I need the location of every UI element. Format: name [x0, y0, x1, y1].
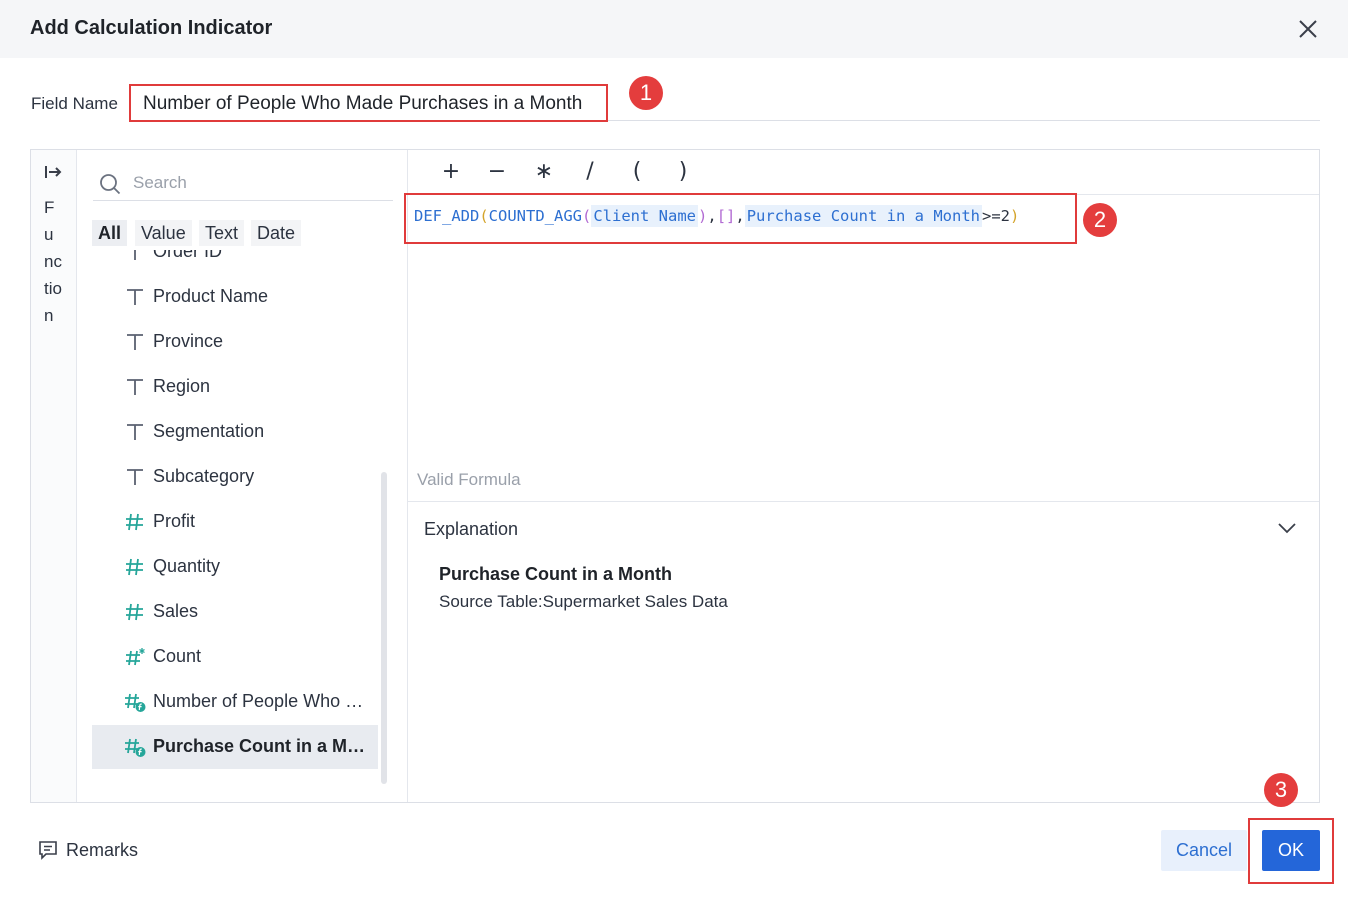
field-name-value: Number of People Who Made Purchases in a…: [143, 93, 583, 114]
annotation-badge-3: 3: [1264, 773, 1298, 807]
search-underline: [93, 200, 393, 201]
calculated-number-field-icon: [125, 693, 146, 712]
field-item-purchase-count[interactable]: Purchase Count in a Month: [92, 725, 378, 769]
function-label-part: tio: [44, 279, 62, 298]
dialog-header: Add Calculation Indicator: [0, 0, 1348, 58]
operator-minus-button[interactable]: −: [484, 159, 510, 185]
filter-tab-date[interactable]: Date: [251, 220, 302, 246]
formula-text: DEF_ADD(COUNTD_AGG(Client Name),[], Purch…: [414, 205, 1020, 227]
field-item-segmentation[interactable]: Segmentation: [92, 410, 378, 454]
field-item-label: Quantity: [153, 556, 221, 576]
calculated-number-field-icon: [125, 738, 146, 757]
explanation-source: Source Table:Supermarket Sales Data: [439, 592, 728, 611]
field-item-product-name[interactable]: Product Name: [92, 275, 378, 319]
formula-paren: (: [582, 207, 592, 225]
expand-panel-icon[interactable]: [45, 164, 63, 180]
field-item-quantity[interactable]: Quantity: [92, 545, 378, 589]
field-name-label: Field Name: [31, 94, 118, 113]
field-item-number-of-people[interactable]: Number of People Who Made Purchases in a…: [92, 680, 378, 724]
field-name-input[interactable]: Number of People Who Made Purchases in a…: [129, 84, 608, 122]
number-field-icon: [126, 558, 143, 576]
count-field-icon: [126, 648, 145, 666]
text-field-icon: [127, 334, 143, 350]
operator-toolbar: + − ∗ / ( ): [408, 150, 1319, 195]
field-item-label: Segmentation: [153, 421, 265, 441]
formula-separator: ,: [735, 207, 745, 225]
operator-close-paren-button[interactable]: ): [670, 159, 696, 185]
formula-comparison: >=2: [982, 207, 1010, 225]
formula-field-tag[interactable]: Client Name: [591, 205, 698, 227]
operator-multiply-button[interactable]: ∗: [531, 159, 557, 185]
text-field-icon: [127, 379, 143, 395]
explanation-title: Explanation: [424, 519, 519, 539]
function-label-part: nc: [44, 252, 62, 271]
chevron-down-icon[interactable]: [1277, 521, 1297, 535]
formula-field-tag[interactable]: Purchase Count in a Month: [744, 205, 982, 227]
field-item-label: Number of People Who Made Purchases in a…: [153, 691, 375, 711]
operator-divide-button[interactable]: /: [577, 159, 603, 185]
field-item-label: Sales: [153, 601, 199, 621]
fields-panel: Search All Value Text Date Order ID Prod…: [77, 150, 408, 802]
field-item-subcategory[interactable]: Subcategory: [92, 455, 378, 499]
remarks-icon: [39, 841, 57, 860]
field-item-label: Purchase Count in a Month: [153, 736, 375, 756]
function-panel-collapsed[interactable]: F u nc tio n: [31, 150, 77, 802]
field-item-label: Order ID: [153, 250, 223, 261]
field-item-profit[interactable]: Profit: [92, 500, 378, 544]
field-name-underline: [608, 120, 1320, 121]
field-list-scrollbar[interactable]: [381, 472, 387, 784]
field-item-label: Province: [153, 331, 224, 351]
function-label-part: n: [44, 306, 54, 325]
function-label-part: u: [44, 225, 54, 244]
field-item-province[interactable]: Province: [92, 320, 378, 364]
text-field-icon: [127, 469, 143, 485]
ok-button[interactable]: OK: [1262, 830, 1320, 871]
number-field-icon: [126, 513, 143, 531]
formula-function: DEF_ADD: [414, 207, 480, 225]
annotation-badge-1: 1: [629, 76, 663, 110]
field-item-label: Region: [153, 376, 211, 396]
filter-tab-text[interactable]: Text: [199, 220, 245, 246]
field-item-label: Count: [153, 646, 202, 666]
text-field-icon: [127, 289, 143, 305]
text-field-icon: [127, 424, 143, 440]
field-item-label: Product Name: [153, 286, 269, 306]
explanation-field-name: Purchase Count in a Month: [439, 564, 673, 584]
dialog-title: Add Calculation Indicator: [30, 17, 273, 39]
formula-function: COUNTD_AGG: [488, 207, 582, 225]
operator-plus-button[interactable]: +: [438, 159, 464, 185]
text-field-icon: [134, 250, 136, 260]
filter-tab-value[interactable]: Value: [135, 220, 192, 246]
field-item-order-id[interactable]: Order ID: [92, 250, 378, 274]
field-item-label: Profit: [153, 511, 196, 531]
filter-tab-all[interactable]: All: [92, 220, 128, 246]
field-item-sales[interactable]: Sales: [92, 590, 378, 634]
formula-paren: ): [1010, 207, 1020, 225]
field-list: Order ID Product Name Province Region Se…: [77, 250, 407, 802]
formula-paren: ): [698, 207, 708, 225]
explanation-divider: [408, 501, 1319, 502]
field-item-label: Subcategory: [153, 466, 255, 486]
formula-paren: (: [479, 207, 489, 225]
remarks-label: Remarks: [66, 840, 139, 860]
formula-status: Valid Formula: [417, 470, 521, 489]
close-icon[interactable]: [1296, 17, 1320, 41]
annotation-badge-2: 2: [1083, 203, 1117, 237]
formula-input[interactable]: DEF_ADD(COUNTD_AGG(Client Name),[], Purch…: [404, 193, 1077, 244]
operator-open-paren-button[interactable]: (: [624, 159, 650, 185]
cancel-button[interactable]: Cancel: [1161, 830, 1247, 871]
search-input[interactable]: Search: [133, 173, 187, 193]
field-item-count[interactable]: Count: [92, 635, 378, 679]
number-field-icon: [126, 603, 143, 621]
formula-editor: + − ∗ / ( ) DEF_ADD(COUNTD_AGG(Client Na…: [404, 150, 1319, 802]
search-icon: [100, 174, 121, 195]
formula-editor-panel: F u nc tio n Search All Value Text Date …: [30, 149, 1320, 803]
formula-brackets: []: [716, 207, 736, 225]
formula-separator: ,: [707, 207, 717, 225]
field-item-region[interactable]: Region: [92, 365, 378, 409]
function-label-part: F: [44, 198, 55, 217]
